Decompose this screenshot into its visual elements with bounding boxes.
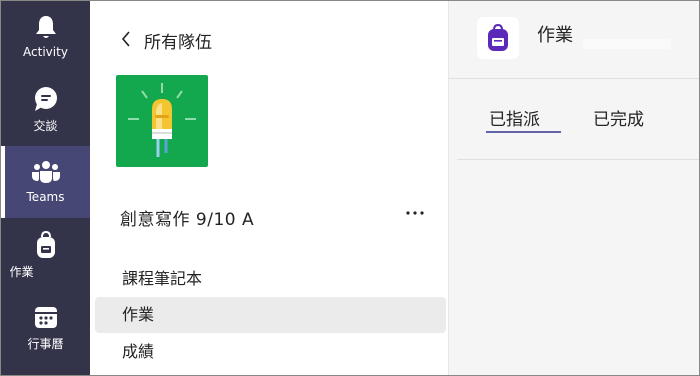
channel-item-grades[interactable]: 成績 (95, 334, 446, 370)
assignments-app-icon (477, 17, 519, 59)
tab-completed[interactable]: 已完成 (593, 105, 644, 130)
channel-item-class-notebook[interactable]: 課程筆記本 (95, 261, 446, 297)
title-overflow-fade (583, 39, 671, 49)
rail-item-assignments[interactable]: 作業 (1, 219, 90, 291)
bell-icon (31, 13, 61, 41)
backpack-icon (31, 231, 61, 259)
rail-label-activity: Activity (23, 45, 68, 59)
rail-label-teams: Teams (26, 190, 65, 204)
app-title: 作業 (537, 25, 573, 46)
rail-label-assignments: 作業 (9, 265, 34, 279)
app-window: Activity 交談 Teams 作業 行事曆 所有隊伍 創意寫作 9/10 … (0, 0, 700, 376)
chat-icon (31, 85, 61, 113)
tab-assigned[interactable]: 已指派 (489, 105, 540, 130)
assignments-header: 作業 (449, 1, 699, 79)
app-rail: Activity 交談 Teams 作業 行事曆 (1, 1, 90, 375)
assignments-pane: 作業 已指派 已完成 (448, 1, 699, 375)
rail-item-activity[interactable]: Activity (1, 1, 90, 73)
active-tab-indicator (486, 131, 561, 133)
tabs-divider (457, 159, 699, 160)
all-teams-link[interactable]: 所有隊伍 (144, 28, 212, 53)
channel-item-assignments[interactable]: 作業 (95, 297, 446, 333)
calendar-icon (31, 303, 61, 331)
team-name: 創意寫作 9/10 A (120, 210, 255, 230)
chevron-left-icon[interactable] (116, 27, 136, 51)
backpack-icon (488, 24, 508, 51)
rail-label-chat: 交談 (33, 119, 58, 133)
team-avatar (116, 75, 208, 167)
rail-item-teams[interactable]: Teams (1, 146, 90, 218)
lightbulb-icon (128, 83, 196, 157)
rail-label-calendar: 行事曆 (27, 337, 64, 351)
rail-item-calendar[interactable]: 行事曆 (1, 291, 90, 363)
team-panel: 所有隊伍 創意寫作 9/10 A 課程筆記本 作業 成績 (90, 1, 448, 375)
more-options-icon[interactable] (402, 201, 428, 225)
rail-item-chat[interactable]: 交談 (1, 73, 90, 145)
teams-icon (31, 158, 61, 186)
